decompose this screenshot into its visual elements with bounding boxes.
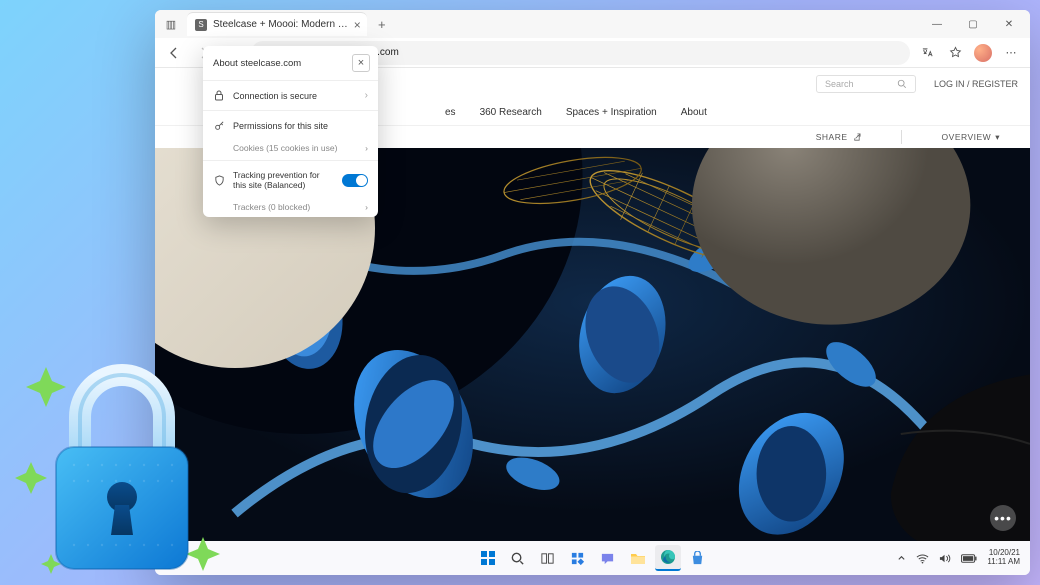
tracking-prevention-row: Tracking prevention for this site (Balan… — [203, 163, 378, 197]
tracking-label: Tracking prevention for this site (Balan… — [233, 170, 334, 190]
security-panel-title: About steelcase.com — [213, 58, 301, 69]
tab-actions-icon[interactable]: ▥ — [159, 12, 183, 36]
nav-item[interactable]: es — [445, 107, 456, 118]
permissions-row[interactable]: Permissions for this site — [203, 113, 378, 138]
clock[interactable]: 10/20/21 11:11 AM — [987, 549, 1020, 567]
browser-tab[interactable]: S Steelcase + Moooi: Modern … × — [187, 12, 367, 36]
close-window-button[interactable]: ✕ — [992, 12, 1026, 36]
trackers-row[interactable]: Trackers (0 blocked) › — [203, 197, 378, 217]
close-panel-button[interactable]: × — [352, 54, 370, 72]
tab-title: Steelcase + Moooi: Modern … — [213, 19, 348, 30]
trackers-label: Trackers (0 blocked) — [233, 202, 310, 212]
search-placeholder: Search — [825, 79, 854, 89]
connection-label: Connection is secure — [233, 91, 357, 101]
login-link[interactable]: LOG IN / REGISTER — [934, 79, 1018, 89]
system-tray: 10/20/21 11:11 AM — [887, 549, 1030, 567]
battery-icon[interactable] — [961, 554, 977, 563]
windows-taskbar: 10/20/21 11:11 AM — [155, 541, 1030, 575]
site-security-panel: About steelcase.com × Connection is secu… — [203, 46, 378, 217]
tracking-toggle[interactable] — [342, 174, 368, 187]
back-button[interactable] — [161, 40, 187, 66]
favorites-icon[interactable] — [942, 40, 968, 66]
desktop-window: ▥ S Steelcase + Moooi: Modern … × + — ▢ … — [155, 10, 1030, 575]
overview-dropdown[interactable]: OVERVIEW ▾ — [942, 132, 1000, 143]
divider — [901, 130, 902, 144]
taskbar-icons — [475, 545, 711, 571]
lock-icon — [213, 90, 225, 101]
explorer-icon[interactable] — [625, 545, 651, 571]
chat-icon[interactable] — [595, 545, 621, 571]
chevron-right-icon: › — [365, 90, 368, 101]
more-actions-fab[interactable]: ••• — [990, 505, 1016, 531]
wifi-icon[interactable] — [916, 553, 929, 564]
share-icon — [852, 133, 861, 142]
chevron-right-icon: › — [365, 202, 368, 212]
menu-button[interactable]: ⋯ — [998, 40, 1024, 66]
minimize-button[interactable]: — — [920, 12, 954, 36]
nav-item[interactable]: About — [681, 107, 707, 118]
store-icon[interactable] — [685, 545, 711, 571]
translate-icon[interactable] — [914, 40, 940, 66]
chevron-right-icon: › — [365, 143, 368, 153]
permissions-label: Permissions for this site — [233, 121, 368, 131]
chevron-down-icon: ▾ — [995, 132, 1000, 143]
key-icon — [213, 120, 225, 131]
nav-item[interactable]: Spaces + Inspiration — [566, 107, 657, 118]
site-search-input[interactable]: Search — [816, 75, 916, 93]
search-icon[interactable] — [505, 545, 531, 571]
shield-icon — [213, 175, 225, 186]
close-tab-icon[interactable]: × — [354, 18, 361, 32]
connection-secure-row[interactable]: Connection is secure › — [203, 83, 378, 108]
tray-chevron-icon[interactable] — [897, 554, 906, 563]
start-button[interactable] — [475, 545, 501, 571]
widgets-icon[interactable] — [565, 545, 591, 571]
cookies-row[interactable]: Cookies (15 cookies in use) › — [203, 138, 378, 158]
profile-avatar[interactable] — [970, 40, 996, 66]
nav-item[interactable]: 360 Research — [480, 107, 542, 118]
tray-time: 11:11 AM — [987, 558, 1020, 567]
volume-icon[interactable] — [939, 553, 951, 564]
maximize-button[interactable]: ▢ — [956, 12, 990, 36]
browser-titlebar: ▥ S Steelcase + Moooi: Modern … × + — ▢ … — [155, 10, 1030, 38]
share-button[interactable]: SHARE — [816, 132, 861, 142]
new-tab-button[interactable]: + — [371, 13, 393, 35]
cookies-label: Cookies (15 cookies in use) — [233, 143, 337, 153]
window-controls: — ▢ ✕ — [920, 12, 1026, 36]
task-view-icon[interactable] — [535, 545, 561, 571]
padlock-illustration — [10, 345, 230, 585]
edge-icon[interactable] — [655, 545, 681, 571]
tab-favicon: S — [195, 19, 207, 31]
